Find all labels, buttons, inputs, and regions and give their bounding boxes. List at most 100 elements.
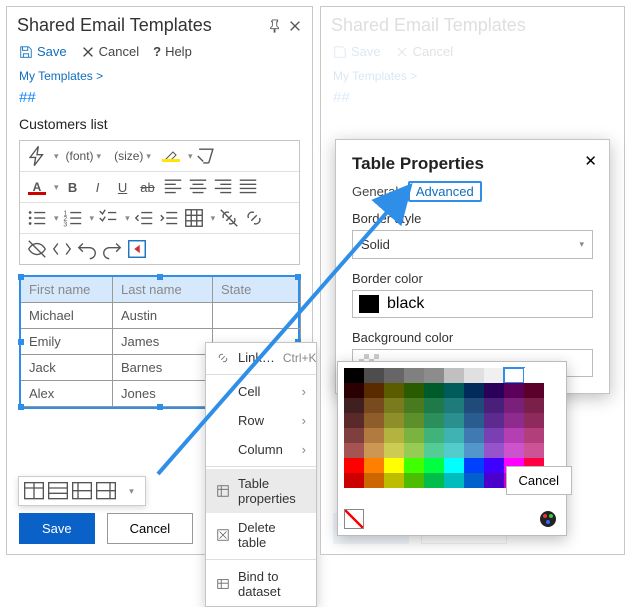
palette-cell[interactable] xyxy=(364,398,384,413)
palette-cell[interactable] xyxy=(404,413,424,428)
palette-cell[interactable] xyxy=(344,413,364,428)
palette-cell[interactable] xyxy=(424,368,444,383)
col-first-name[interactable]: First name xyxy=(21,277,113,303)
palette-cell[interactable] xyxy=(344,383,364,398)
palette-cell[interactable] xyxy=(444,473,464,488)
ctx-row[interactable]: Row xyxy=(206,406,316,435)
palette-cell[interactable] xyxy=(404,368,424,383)
palette-cell[interactable] xyxy=(484,443,504,458)
clear-format-icon[interactable] xyxy=(195,145,217,167)
palette-cell[interactable] xyxy=(384,458,404,473)
palette-cell[interactable] xyxy=(464,428,484,443)
palette-cell[interactable] xyxy=(504,383,524,398)
palette-cell[interactable] xyxy=(404,473,424,488)
palette-cell[interactable] xyxy=(484,398,504,413)
ctx-column[interactable]: Column xyxy=(206,435,316,464)
palette-cell[interactable] xyxy=(524,413,544,428)
table-mini1-icon[interactable] xyxy=(22,480,46,502)
pin-icon[interactable] xyxy=(268,19,282,33)
ol-icon[interactable]: 123 xyxy=(62,207,84,229)
fontcolor-icon[interactable]: A xyxy=(26,176,48,198)
outdent-icon[interactable] xyxy=(133,207,155,229)
palette-cell[interactable] xyxy=(404,443,424,458)
align-justify-icon[interactable] xyxy=(237,176,259,198)
palette-cell[interactable] xyxy=(364,428,384,443)
palette-cell[interactable] xyxy=(344,428,364,443)
palette-cell[interactable] xyxy=(384,413,404,428)
undo-icon[interactable] xyxy=(76,238,98,260)
close-icon[interactable] xyxy=(288,19,302,33)
table-mini-more-icon[interactable]: ▾ xyxy=(118,480,142,502)
ctx-cell[interactable]: Cell xyxy=(206,377,316,406)
no-color-icon[interactable] xyxy=(344,509,364,529)
palette-cell[interactable] xyxy=(364,473,384,488)
palette-cell[interactable] xyxy=(424,398,444,413)
palette-cell[interactable] xyxy=(384,473,404,488)
palette-cell[interactable] xyxy=(524,428,544,443)
palette-cell[interactable] xyxy=(384,398,404,413)
palette-cell[interactable] xyxy=(444,428,464,443)
table-mini3-icon[interactable] xyxy=(70,480,94,502)
palette-cell[interactable] xyxy=(464,398,484,413)
palette-cell[interactable] xyxy=(344,473,364,488)
dialog-close-icon[interactable]: ✕ xyxy=(584,152,597,170)
palette-cell[interactable] xyxy=(444,413,464,428)
table-mini2-icon[interactable] xyxy=(46,480,70,502)
underline-icon[interactable]: U xyxy=(112,176,134,198)
unlink-icon[interactable] xyxy=(218,207,240,229)
link-icon[interactable] xyxy=(243,207,265,229)
table-row[interactable]: MichaelAustin xyxy=(21,303,298,329)
code-icon[interactable] xyxy=(51,238,73,260)
palette-cell[interactable] xyxy=(344,443,364,458)
border-style-select[interactable]: Solid▾ xyxy=(352,230,593,259)
highlight-icon[interactable] xyxy=(160,145,182,167)
palette-cell[interactable] xyxy=(424,413,444,428)
strike-icon[interactable]: ab xyxy=(137,176,159,198)
save-primary-button[interactable]: Save xyxy=(19,513,95,544)
palette-cell[interactable] xyxy=(464,458,484,473)
palette-cell[interactable] xyxy=(524,398,544,413)
palette-cell[interactable] xyxy=(524,443,544,458)
ctx-tprops[interactable]: Table properties xyxy=(206,469,316,513)
palette-cell[interactable] xyxy=(484,383,504,398)
italic-icon[interactable]: I xyxy=(87,176,109,198)
palette-cell[interactable] xyxy=(484,458,504,473)
palette-cell[interactable] xyxy=(404,383,424,398)
palette-cell[interactable] xyxy=(444,458,464,473)
palette-cell[interactable] xyxy=(344,398,364,413)
palette-cell[interactable] xyxy=(364,443,384,458)
help-button[interactable]: ?Help xyxy=(153,44,192,59)
bold-icon[interactable]: B xyxy=(62,176,84,198)
palette-cell[interactable] xyxy=(444,398,464,413)
table-icon[interactable] xyxy=(183,207,205,229)
palette-cell[interactable] xyxy=(484,413,504,428)
cancel-secondary-button[interactable]: Cancel xyxy=(107,513,193,544)
ctx-delete[interactable]: Delete table xyxy=(206,513,316,557)
palette-cell[interactable] xyxy=(464,413,484,428)
palette-cell[interactable] xyxy=(524,368,544,383)
align-center-icon[interactable] xyxy=(187,176,209,198)
palette-cell[interactable] xyxy=(404,428,424,443)
tab-general[interactable]: General xyxy=(352,184,398,199)
ctx-bind[interactable]: Bind to dataset xyxy=(206,562,316,606)
size-select[interactable]: (size)▾ xyxy=(110,149,157,163)
tab-advanced[interactable]: Advanced xyxy=(408,181,482,202)
indent-icon[interactable] xyxy=(158,207,180,229)
save-button[interactable]: Save xyxy=(19,44,67,59)
cancel-button[interactable]: Cancel xyxy=(81,44,139,59)
palette-cell[interactable] xyxy=(424,383,444,398)
palette-cell[interactable] xyxy=(404,458,424,473)
palette-cell[interactable] xyxy=(444,443,464,458)
palette-cell[interactable] xyxy=(464,383,484,398)
table-mini4-icon[interactable] xyxy=(94,480,118,502)
palette-cell[interactable] xyxy=(424,473,444,488)
palette-cancel-button[interactable]: Cancel xyxy=(506,466,572,495)
custom-color-icon[interactable] xyxy=(538,509,558,529)
palette-cell[interactable] xyxy=(464,368,484,383)
hide-icon[interactable] xyxy=(26,238,48,260)
palette-cell[interactable] xyxy=(364,383,384,398)
palette-cell[interactable] xyxy=(384,368,404,383)
align-left-icon[interactable] xyxy=(162,176,184,198)
palette-cell[interactable] xyxy=(364,413,384,428)
palette-cell[interactable] xyxy=(364,458,384,473)
